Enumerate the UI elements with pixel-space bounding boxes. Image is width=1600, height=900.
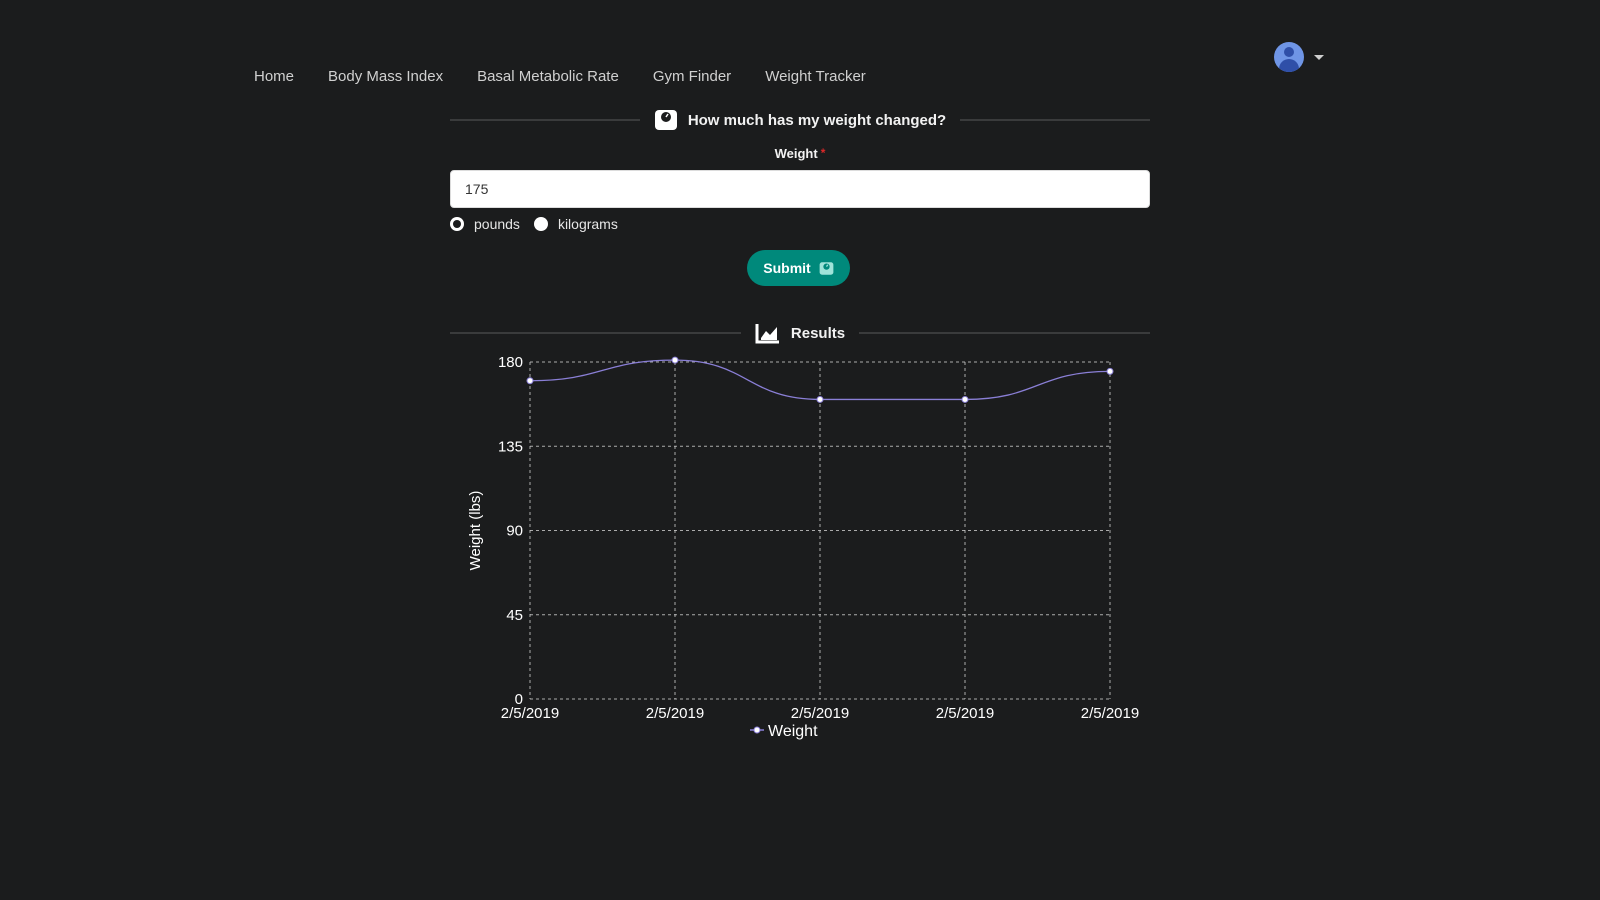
radio-pounds-label: pounds [474, 216, 520, 232]
weight-chart: 0 45 90 135 180 2/5/2019 2/5/2019 2/5/2019 2/5/2… [450, 350, 1150, 760]
data-point [816, 395, 824, 403]
legend-marker [753, 726, 761, 734]
divider-line-right [859, 332, 1150, 334]
scale-icon [654, 110, 677, 130]
y-tick-label: 135 [498, 438, 523, 455]
data-point [961, 395, 969, 403]
caret-down-icon[interactable] [1314, 54, 1324, 60]
radio-kilograms-circle[interactable] [533, 217, 548, 231]
weight-label: Weight * [774, 146, 826, 161]
y-tick-label: 45 [506, 607, 523, 624]
results-title: Results [790, 324, 846, 342]
y-tick-label: 90 [506, 523, 523, 540]
data-point [526, 377, 534, 385]
nav-gym-finder[interactable]: Gym Finder [636, 62, 748, 92]
x-tick-label: 2/5/2019 [1081, 705, 1139, 722]
nav-weight-tracker[interactable]: Weight Tracker [748, 62, 883, 92]
form-title: How much has my weight changed? [687, 111, 947, 129]
area-chart-icon [755, 324, 779, 344]
y-axis-label: Weight (lbs) [467, 491, 484, 571]
x-tick-label: 2/5/2019 [646, 705, 704, 722]
radio-kilograms-label: kilograms [557, 216, 618, 232]
scale-icon [819, 261, 834, 275]
radio-pounds[interactable]: pounds [450, 216, 520, 232]
divider-line-left [450, 119, 640, 121]
data-point [671, 356, 679, 364]
x-tick-label: 2/5/2019 [936, 705, 994, 722]
legend-label: Weight [768, 723, 818, 740]
weight-input[interactable]: 175 [450, 170, 1150, 208]
page: Home Body Mass Index Basal Metabolic Rat… [0, 0, 1600, 900]
main-nav: Home Body Mass Index Basal Metabolic Rat… [237, 62, 883, 92]
nav-basal-metabolic-rate[interactable]: Basal Metabolic Rate [460, 62, 636, 92]
results-header: Results [450, 322, 1150, 344]
y-tick-label: 180 [498, 354, 523, 371]
unit-radio-group: pounds kilograms [450, 216, 618, 232]
data-point [1106, 367, 1114, 375]
required-mark: * [820, 146, 826, 160]
radio-pounds-circle[interactable] [450, 217, 464, 231]
user-avatar-icon[interactable] [1274, 42, 1304, 72]
divider-line-left [450, 332, 741, 334]
nav-body-mass-index[interactable]: Body Mass Index [311, 62, 460, 92]
submit-label: Submit [763, 260, 811, 276]
user-menu[interactable] [1274, 42, 1324, 72]
submit-button[interactable]: Submit [747, 250, 850, 286]
form-header: How much has my weight changed? [450, 108, 1150, 132]
x-tick-label: 2/5/2019 [501, 705, 559, 722]
radio-kilograms[interactable]: kilograms [533, 216, 618, 232]
divider-line-right [960, 119, 1150, 121]
nav-home[interactable]: Home [237, 62, 311, 92]
weight-chart-svg: 045901351802/5/2019 2/5/2019 2/5/2019 2/5/2… [467, 354, 1139, 740]
x-tick-label: 2/5/2019 [791, 705, 849, 722]
